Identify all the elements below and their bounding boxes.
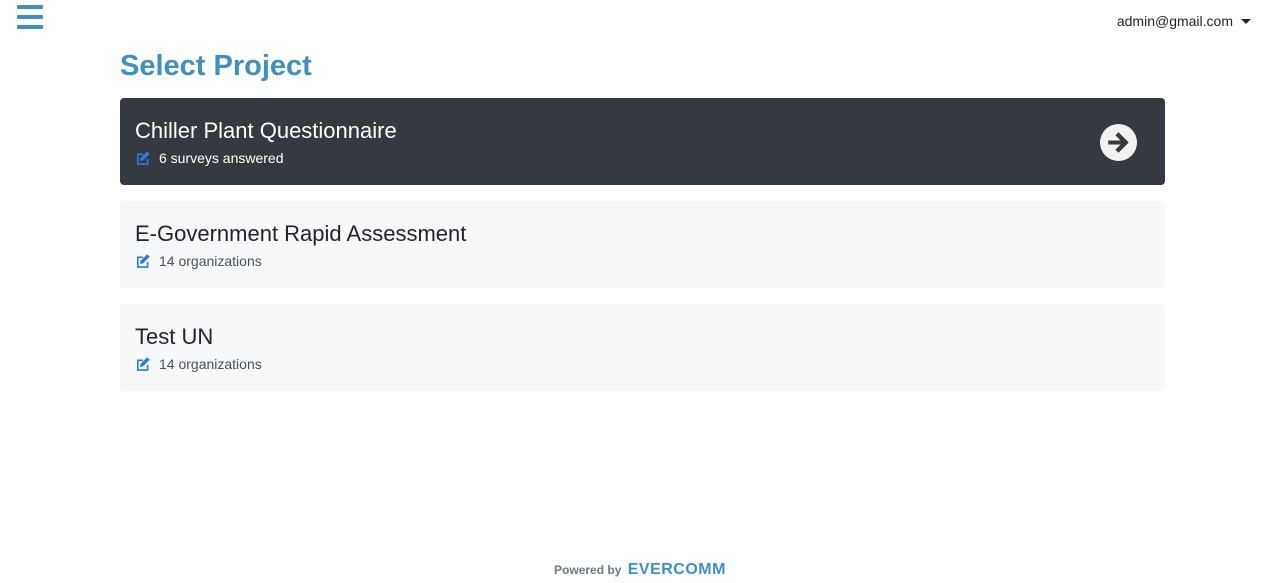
project-meta: 14 organizations <box>135 253 1150 269</box>
project-meta-text: 6 surveys answered <box>159 150 284 166</box>
powered-by-text: Powered by <box>554 563 622 577</box>
project-meta: 6 surveys answered <box>135 150 1150 166</box>
project-name: Test UN <box>135 324 214 349</box>
edit-icon <box>137 151 150 165</box>
project-list: Chiller Plant Questionnaire 6 surveys an… <box>120 98 1165 407</box>
edit-icon <box>137 254 150 268</box>
edit-icon <box>137 357 150 371</box>
project-meta-text: 14 organizations <box>159 253 262 269</box>
footer: Powered by EVERCOMM <box>0 561 1280 579</box>
user-email: admin@gmail.com <box>1116 13 1233 29</box>
hamburger-icon[interactable] <box>17 5 43 31</box>
project-name: E-Government Rapid Assessment <box>135 221 467 246</box>
project-card-e-government[interactable]: E-Government Rapid Assessment 14 organiz… <box>120 201 1165 288</box>
user-menu-dropdown[interactable]: admin@gmail.com <box>1117 13 1251 29</box>
project-card-test-un[interactable]: Test UN 14 organizations <box>120 304 1165 391</box>
arrow-circle-right-icon[interactable] <box>1100 124 1137 161</box>
project-meta-text: 14 organizations <box>159 356 262 372</box>
project-meta: 14 organizations <box>135 356 1150 372</box>
caret-down-icon <box>1241 19 1251 24</box>
page-title: Select Project <box>120 50 312 82</box>
evercomm-logo: EVERCOMM <box>627 561 726 578</box>
project-card-chiller-plant[interactable]: Chiller Plant Questionnaire 6 surveys an… <box>120 98 1165 185</box>
project-name: Chiller Plant Questionnaire <box>135 118 397 143</box>
